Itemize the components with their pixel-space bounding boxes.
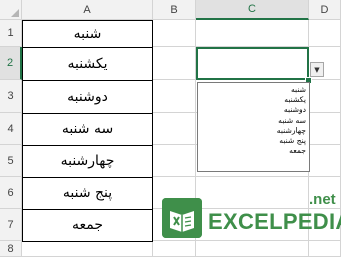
dropdown-option[interactable]: دوشنبه <box>201 105 306 115</box>
row-header-2[interactable]: 2 <box>0 47 22 80</box>
validation-dropdown-list[interactable]: شنبه یکشنبه دوشنبه سه شنبه چهارشنبه پنج … <box>197 82 310 172</box>
row-header-6[interactable]: 6 <box>0 177 22 209</box>
dropdown-option[interactable]: جمعه <box>201 146 306 156</box>
cell-a5[interactable]: چهارشنبه <box>22 145 153 178</box>
grid-cell[interactable] <box>22 241 153 257</box>
row-header-5[interactable]: 5 <box>0 145 22 177</box>
column-header-c[interactable]: C <box>196 0 309 20</box>
book-logo-icon <box>162 198 202 238</box>
chevron-down-icon: ▼ <box>314 65 320 74</box>
logo-net-text: .net <box>309 191 336 208</box>
row-header-8[interactable]: 8 <box>0 241 22 257</box>
column-header-d[interactable]: D <box>309 0 341 20</box>
grid-cell[interactable] <box>153 20 196 47</box>
grid-cell[interactable] <box>153 241 196 257</box>
grid-cell[interactable] <box>153 145 196 177</box>
cell-a6[interactable]: پنج شنبه <box>22 177 153 210</box>
column-header-a[interactable]: A <box>22 0 153 20</box>
grid-cell[interactable] <box>196 241 309 257</box>
dropdown-option[interactable]: چهارشنبه <box>201 126 306 136</box>
row-header-1[interactable]: 1 <box>0 20 22 47</box>
grid-cell[interactable] <box>309 113 341 145</box>
grid-cell[interactable] <box>309 145 341 177</box>
grid-cell[interactable] <box>309 241 341 257</box>
dropdown-option[interactable]: شنبه <box>201 85 306 95</box>
grid-cell[interactable] <box>196 20 309 47</box>
grid-cell[interactable] <box>153 113 196 145</box>
select-all-corner[interactable] <box>0 0 22 20</box>
excelpedia-logo: .net EXCELPEDIA <box>162 191 341 242</box>
cell-a2[interactable]: یکشنبه <box>22 47 153 81</box>
row-header-7[interactable]: 7 <box>0 209 22 241</box>
dropdown-option[interactable]: یکشنبه <box>201 95 306 105</box>
cell-a3[interactable]: دوشنبه <box>22 80 153 114</box>
column-header-b[interactable]: B <box>153 0 196 20</box>
row-header-3[interactable]: 3 <box>0 80 22 113</box>
dropdown-option[interactable]: پنج شنبه <box>201 136 306 146</box>
cell-a7[interactable]: جمعه <box>22 209 153 242</box>
grid-cell[interactable] <box>153 47 196 80</box>
dropdown-arrow-button[interactable]: ▼ <box>310 62 324 77</box>
dropdown-option[interactable]: سه شنبه <box>201 116 306 126</box>
row-header-4[interactable]: 4 <box>0 113 22 145</box>
grid-cell[interactable] <box>153 80 196 113</box>
cell-a4[interactable]: سه شنبه <box>22 113 153 146</box>
cell-a1[interactable]: شنبه <box>22 20 153 48</box>
grid-cell[interactable] <box>309 80 341 113</box>
grid-cell[interactable] <box>309 20 341 47</box>
logo-name-text: EXCELPEDIA <box>208 209 341 234</box>
active-cell-c2[interactable] <box>196 47 309 80</box>
